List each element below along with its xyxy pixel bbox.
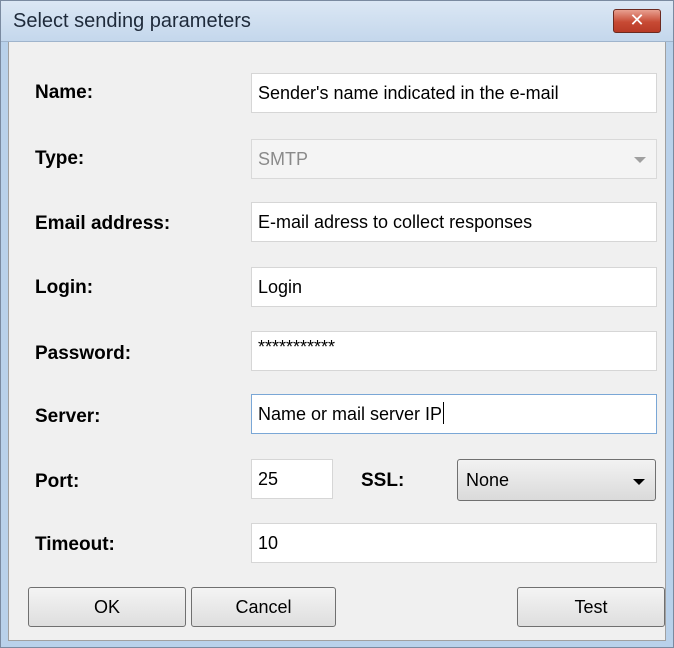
name-input[interactable]: Sender's name indicated in the e-mail xyxy=(251,73,657,113)
test-button[interactable]: Test xyxy=(517,587,665,627)
type-label: Type: xyxy=(35,148,85,169)
chevron-down-icon xyxy=(634,157,646,163)
window-title: Select sending parameters xyxy=(13,10,251,32)
login-value: Login xyxy=(258,277,303,297)
password-field[interactable]: *********** xyxy=(251,331,657,371)
timeout-label: Timeout: xyxy=(35,534,115,555)
type-dropdown[interactable]: SMTP xyxy=(251,139,657,179)
login-input[interactable]: Login xyxy=(251,267,657,307)
ssl-label: SSL: xyxy=(361,470,405,491)
email-value: E-mail adress to collect responses xyxy=(258,212,533,232)
close-button[interactable]: ✕ xyxy=(613,9,661,33)
port-label: Port: xyxy=(35,471,80,492)
port-value: 25 xyxy=(258,469,279,489)
chevron-down-icon xyxy=(633,479,645,485)
ssl-select[interactable]: None xyxy=(457,459,656,501)
password-value: *********** xyxy=(258,337,336,357)
server-value: Name or mail server IP xyxy=(258,404,443,424)
port-input[interactable]: 25 xyxy=(251,459,333,499)
password-label: Password: xyxy=(35,343,132,364)
timeout-value: 10 xyxy=(258,533,279,553)
dialog-window: Select sending parameters ✕ Name: Sender… xyxy=(0,0,674,648)
login-label: Login: xyxy=(35,277,94,298)
email-label: Email address: xyxy=(35,213,171,234)
ssl-value: None xyxy=(466,470,510,490)
server-input[interactable]: Name or mail server IP xyxy=(251,394,657,434)
text-cursor xyxy=(443,402,445,424)
server-label: Server: xyxy=(35,406,101,427)
name-value: Sender's name indicated in the e-mail xyxy=(258,83,559,103)
type-value: SMTP xyxy=(258,149,309,169)
close-icon: ✕ xyxy=(629,10,645,31)
title-bar[interactable]: Select sending parameters ✕ xyxy=(1,1,673,42)
email-field[interactable]: E-mail adress to collect responses xyxy=(251,202,657,242)
ok-button[interactable]: OK xyxy=(28,587,186,627)
name-label: Name: xyxy=(35,82,94,103)
cancel-button[interactable]: Cancel xyxy=(191,587,336,627)
dialog-body: Name: Sender's name indicated in the e-m… xyxy=(8,42,666,641)
timeout-input[interactable]: 10 xyxy=(251,523,657,563)
